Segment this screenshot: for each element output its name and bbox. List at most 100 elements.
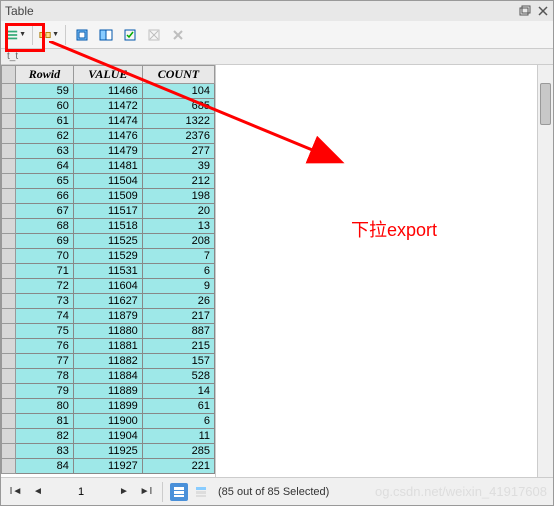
related-tables-button[interactable]: ▼ [38,24,60,46]
table-row[interactable]: 7811884528 [2,369,215,384]
cell-rowid[interactable]: 72 [16,279,74,294]
cell-rowid[interactable]: 71 [16,264,74,279]
cell-value[interactable]: 11880 [73,324,142,339]
table-row[interactable]: 8311925285 [2,444,215,459]
last-record-button[interactable]: ►I [137,483,155,501]
table-row[interactable]: 6311479277 [2,144,215,159]
table-row[interactable]: 791188914 [2,384,215,399]
cell-count[interactable]: 61 [142,399,214,414]
cell-count[interactable]: 39 [142,159,214,174]
cell-value[interactable]: 11476 [73,129,142,144]
row-selector[interactable] [2,129,16,144]
cell-rowid[interactable]: 61 [16,114,74,129]
row-selector[interactable] [2,174,16,189]
table-row[interactable]: 731162726 [2,294,215,309]
row-selector[interactable] [2,354,16,369]
row-selector[interactable] [2,279,16,294]
cell-value[interactable]: 11517 [73,204,142,219]
cell-rowid[interactable]: 70 [16,249,74,264]
row-selector[interactable] [2,99,16,114]
show-all-icon[interactable] [170,483,188,501]
cell-value[interactable]: 11509 [73,189,142,204]
cell-rowid[interactable]: 66 [16,189,74,204]
cell-value[interactable]: 11900 [73,414,142,429]
cell-count[interactable]: 217 [142,309,214,324]
show-selected-icon[interactable] [192,483,210,501]
cell-count[interactable]: 157 [142,354,214,369]
cell-rowid[interactable]: 60 [16,99,74,114]
cell-count[interactable]: 13 [142,219,214,234]
cell-value[interactable]: 11466 [73,84,142,99]
row-selector[interactable] [2,189,16,204]
table-row[interactable]: 7611881215 [2,339,215,354]
restore-icon[interactable] [519,5,531,17]
col-value[interactable]: VALUE [73,66,142,84]
cell-count[interactable]: 277 [142,144,214,159]
cell-count[interactable]: 685 [142,99,214,114]
cell-rowid[interactable]: 78 [16,369,74,384]
cell-value[interactable]: 11899 [73,399,142,414]
record-input[interactable] [51,485,111,499]
cell-rowid[interactable]: 83 [16,444,74,459]
table-row[interactable]: 6011472685 [2,99,215,114]
cell-count[interactable]: 212 [142,174,214,189]
cell-count[interactable]: 2376 [142,129,214,144]
table-row[interactable]: 70115297 [2,249,215,264]
vertical-scrollbar[interactable] [537,65,553,477]
cell-count[interactable]: 208 [142,234,214,249]
prev-record-button[interactable]: ◄ [29,483,47,501]
table-row[interactable]: 641148139 [2,159,215,174]
table-options-button[interactable]: ▼ [5,24,27,46]
switch-selection-button[interactable] [95,24,117,46]
cell-value[interactable]: 11604 [73,279,142,294]
row-selector[interactable] [2,399,16,414]
close-icon[interactable] [537,5,549,17]
row-selector[interactable] [2,414,16,429]
cell-value[interactable]: 11882 [73,354,142,369]
cell-rowid[interactable]: 68 [16,219,74,234]
cell-count[interactable]: 14 [142,384,214,399]
cell-count[interactable]: 9 [142,279,214,294]
cell-rowid[interactable]: 80 [16,399,74,414]
cell-value[interactable]: 11904 [73,429,142,444]
cell-rowid[interactable]: 65 [16,174,74,189]
row-selector[interactable] [2,114,16,129]
row-selector[interactable] [2,159,16,174]
table-area[interactable]: Rowid VALUE COUNT 5911466104601147268561… [1,65,216,477]
cell-value[interactable]: 11627 [73,294,142,309]
table-row[interactable]: 61114741322 [2,114,215,129]
cell-count[interactable]: 198 [142,189,214,204]
table-row[interactable]: 72116049 [2,279,215,294]
table-row[interactable]: 81119006 [2,414,215,429]
row-selector[interactable] [2,429,16,444]
cell-count[interactable]: 6 [142,264,214,279]
delete-button[interactable] [167,24,189,46]
cell-count[interactable]: 1322 [142,114,214,129]
cell-rowid[interactable]: 84 [16,459,74,474]
cell-rowid[interactable]: 76 [16,339,74,354]
row-selector[interactable] [2,309,16,324]
cell-rowid[interactable]: 75 [16,324,74,339]
cell-count[interactable]: 20 [142,204,214,219]
cell-count[interactable]: 887 [142,324,214,339]
cell-count[interactable]: 221 [142,459,214,474]
cell-count[interactable]: 528 [142,369,214,384]
cell-value[interactable]: 11879 [73,309,142,324]
table-row[interactable]: 671151720 [2,204,215,219]
cell-rowid[interactable]: 81 [16,414,74,429]
table-row[interactable]: 801189961 [2,399,215,414]
row-selector[interactable] [2,444,16,459]
cell-value[interactable]: 11472 [73,99,142,114]
col-rowid[interactable]: Rowid [16,66,74,84]
first-record-button[interactable]: I◄ [7,483,25,501]
cell-value[interactable]: 11529 [73,249,142,264]
select-by-attributes-button[interactable] [71,24,93,46]
cell-value[interactable]: 11884 [73,369,142,384]
cell-value[interactable]: 11504 [73,174,142,189]
cell-rowid[interactable]: 74 [16,309,74,324]
cell-count[interactable]: 6 [142,414,214,429]
cell-count[interactable]: 26 [142,294,214,309]
cell-rowid[interactable]: 82 [16,429,74,444]
row-selector[interactable] [2,339,16,354]
cell-rowid[interactable]: 77 [16,354,74,369]
